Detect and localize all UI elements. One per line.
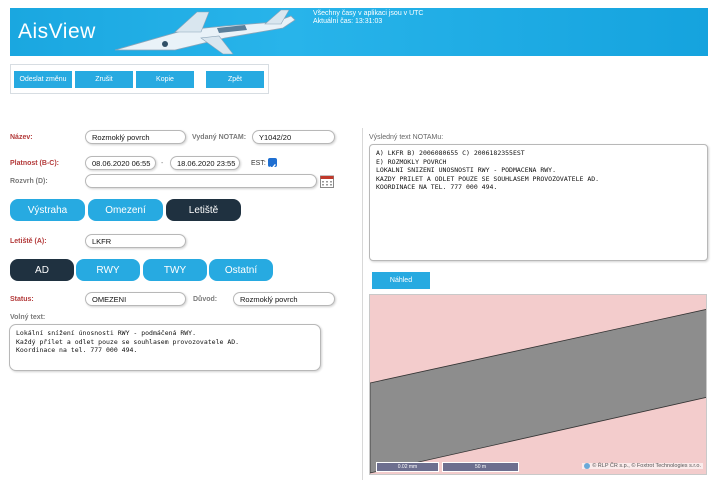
airplane-icon bbox=[114, 9, 296, 55]
result-line: E) ROZMOKLY POVRCH bbox=[376, 157, 447, 166]
subtab-other[interactable]: Ostatní bbox=[209, 259, 273, 281]
tab-warning[interactable]: Výstraha bbox=[10, 199, 85, 221]
est-label: EST: bbox=[251, 160, 266, 167]
aerodrome-label: Letiště (A): bbox=[10, 238, 47, 245]
action-toolbar: Odeslat změnu Zrušit Kopie Zpět bbox=[10, 64, 269, 94]
preview-button[interactable]: Náhled bbox=[372, 272, 430, 289]
free-text-label: Volný text: bbox=[10, 314, 46, 321]
free-text-line: Koordinace na tel. 777 000 494. bbox=[16, 346, 138, 354]
subtab-ad[interactable]: AD bbox=[10, 259, 74, 281]
submit-change-button[interactable]: Odeslat změnu bbox=[14, 71, 72, 88]
attribution-text: © ŘLP ČR s.p., © Foxtrot Technologies s.… bbox=[592, 463, 701, 469]
aerodrome-input[interactable]: LKFR bbox=[85, 234, 186, 248]
result-line: KAZDY PRILET A ODLET POUZE SE SOUHLASEM … bbox=[376, 174, 600, 183]
column-divider bbox=[362, 128, 363, 480]
map-globe-icon bbox=[584, 463, 591, 469]
scale-bar-1: 0.02 mm bbox=[376, 462, 439, 472]
est-checkbox[interactable] bbox=[268, 158, 277, 170]
status-input[interactable]: OMEZENI bbox=[85, 292, 186, 306]
result-line: LOKALNI SNIZENI UNOSNOSTI RWY - PODMACEN… bbox=[376, 166, 557, 174]
app-logo: AisView bbox=[18, 20, 96, 43]
notam-label: Vydaný NOTAM: bbox=[192, 134, 247, 141]
back-button[interactable]: Zpět bbox=[206, 71, 264, 88]
subtab-twy[interactable]: TWY bbox=[143, 259, 207, 281]
app-header: AisView Všechny časy v aplikaci jsou v U… bbox=[10, 8, 708, 56]
reason-label: Důvod: bbox=[193, 296, 218, 303]
result-line: A) LKFR B) 2006080655 C) 2006182355EST bbox=[376, 149, 525, 157]
tab-restriction[interactable]: Omezení bbox=[88, 199, 163, 221]
calendar-icon[interactable] bbox=[320, 175, 334, 188]
map-attribution: © ŘLP ČR s.p., © Foxtrot Technologies s.… bbox=[582, 463, 703, 469]
utc-info: Všechny časy v aplikaci jsou v UTC Aktuá… bbox=[313, 10, 423, 26]
notam-result-text: A) LKFR B) 2006080655 C) 2006182355EST E)… bbox=[369, 144, 708, 261]
free-text-line: Lokální snížení únosnosti RWY - podmáčen… bbox=[16, 329, 197, 337]
free-text-area[interactable]: Lokální snížení únosnosti RWY - podmáčen… bbox=[9, 324, 321, 371]
map-preview[interactable]: 0.02 mm 50 m © ŘLP ČR s.p., © Foxtrot Te… bbox=[369, 294, 707, 475]
result-label: Výsledný text NOTAMu: bbox=[369, 134, 444, 141]
runway-shape bbox=[370, 309, 706, 474]
cancel-button[interactable]: Zrušit bbox=[75, 71, 133, 88]
schedule-input[interactable] bbox=[85, 174, 317, 188]
reason-input[interactable]: Rozmoklý povrch bbox=[233, 292, 335, 306]
utc-note: Všechny časy v aplikaci jsou v UTC bbox=[313, 10, 424, 17]
subtab-rwy[interactable]: RWY bbox=[76, 259, 140, 281]
copy-button[interactable]: Kopie bbox=[136, 71, 194, 88]
name-label: Název: bbox=[10, 134, 33, 141]
validity-label: Platnost (B-C): bbox=[10, 160, 59, 167]
check-icon bbox=[269, 163, 276, 170]
free-text-line: Každý přílet a odlet pouze se souhlasem … bbox=[16, 337, 240, 346]
valid-to-input[interactable]: 18.06.2020 23:55 bbox=[170, 156, 240, 170]
valid-from-input[interactable]: 08.06.2020 06:55 bbox=[85, 156, 156, 170]
tab-aerodrome[interactable]: Letiště bbox=[166, 199, 241, 221]
notam-input[interactable]: Y1042/20 bbox=[252, 130, 335, 144]
name-input[interactable]: Rozmoklý povrch bbox=[85, 130, 186, 144]
schedule-label: Rozvrh (D): bbox=[10, 178, 48, 185]
status-label: Status: bbox=[10, 296, 34, 303]
validity-dash: - bbox=[161, 160, 164, 167]
current-time: Aktuální čas: 13:31:03 bbox=[313, 18, 383, 25]
scale-bar-2: 50 m bbox=[442, 462, 519, 472]
result-line: KOORDINACE NA TEL. 777 000 494. bbox=[376, 183, 498, 191]
